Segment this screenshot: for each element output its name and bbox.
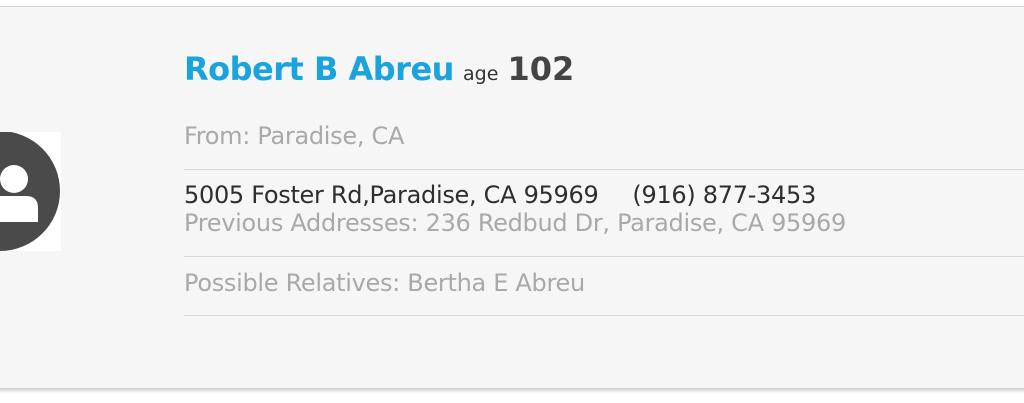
phone-number[interactable]: (916) 877-3453 [632,181,816,209]
user-avatar-icon [0,132,60,251]
age-value: 102 [507,50,575,88]
possible-relatives: Possible Relatives: Bertha E Abreu [184,269,585,297]
divider [184,256,1024,257]
person-name-link[interactable]: Robert B Abreu [184,50,454,88]
avatar [0,132,61,251]
current-address: 5005 Foster Rd,Paradise, CA 95969 [184,181,599,209]
previous-addresses: Previous Addresses: 236 Redbud Dr, Parad… [184,209,846,237]
divider [184,169,1024,170]
current-address-row: 5005 Foster Rd,Paradise, CA 95969 (916) 8… [184,181,816,209]
divider [184,315,1024,316]
from-location: From: Paradise, CA [184,122,405,150]
name-row: Robert B Abreu age 102 [184,50,574,88]
age-label: age [463,63,499,85]
